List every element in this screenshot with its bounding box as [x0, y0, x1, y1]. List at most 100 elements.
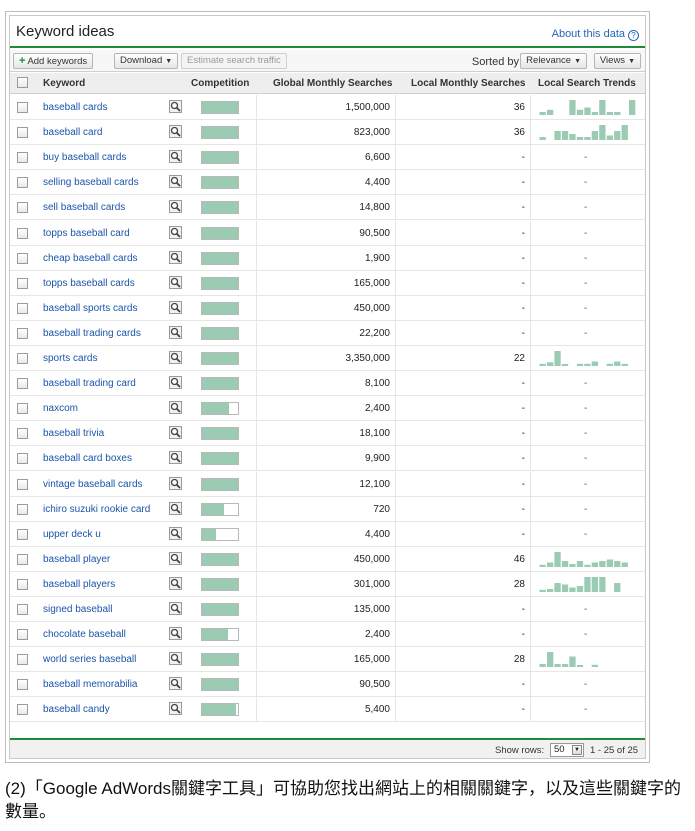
search-preview-icon[interactable] [169, 275, 182, 289]
keyword-link[interactable]: topps baseball card [43, 228, 130, 239]
search-preview-icon[interactable] [169, 351, 182, 364]
keyword-link[interactable]: cheap baseball cards [43, 253, 138, 264]
chevron-down-icon[interactable]: ▼ [572, 745, 582, 755]
row-checkbox[interactable] [17, 353, 28, 364]
download-button[interactable]: Download ▼ [114, 53, 179, 69]
row-checkbox[interactable] [17, 127, 28, 139]
about-label[interactable]: About this data [552, 28, 625, 40]
row-checkbox[interactable] [17, 704, 28, 716]
keyword-link[interactable]: vintage baseball cards [43, 479, 143, 490]
row-checkbox[interactable] [17, 277, 28, 289]
rows-per-page-select[interactable]: 50 ▼ [550, 743, 584, 757]
search-preview-icon[interactable] [169, 250, 182, 264]
row-checkbox[interactable] [17, 503, 28, 515]
search-preview-icon[interactable] [169, 526, 182, 540]
search-preview-icon[interactable] [169, 426, 182, 440]
keyword-link[interactable]: baseball trivia [43, 428, 104, 439]
about-this-data-link[interactable]: About this data? [552, 28, 639, 41]
keyword-link[interactable]: ichiro suzuki rookie card [43, 504, 150, 515]
row-checkbox[interactable] [17, 679, 28, 691]
search-preview-icon[interactable] [169, 200, 182, 214]
keyword-link[interactable]: signed baseball [43, 604, 113, 615]
keyword-link[interactable]: chocolate baseball [43, 629, 126, 640]
row-checkbox[interactable] [17, 227, 28, 239]
keyword-link[interactable]: selling baseball cards [43, 177, 139, 188]
column-global-monthly-searches[interactable]: Global Monthly Searches [273, 78, 392, 89]
row-checkbox[interactable] [17, 629, 28, 641]
local-monthly-searches: - [521, 604, 525, 615]
estimate-search-traffic-button[interactable]: Estimate search traffic [181, 53, 287, 69]
column-local-search-trends[interactable]: Local Search Trends [538, 78, 636, 89]
row-checkbox[interactable] [17, 528, 28, 540]
global-monthly-searches: 9,900 [364, 453, 390, 465]
row-checkbox[interactable] [17, 578, 28, 590]
keyword-link[interactable]: buy baseball cards [43, 152, 126, 163]
row-checkbox[interactable] [17, 378, 28, 390]
keyword-link[interactable]: naxcom [43, 403, 78, 414]
search-preview-icon[interactable] [169, 476, 182, 490]
row-checkbox[interactable] [17, 102, 28, 113]
search-preview-icon[interactable] [169, 602, 182, 615]
row-checkbox[interactable] [17, 152, 28, 164]
keyword-link[interactable]: topps baseball cards [43, 278, 135, 289]
search-preview-icon[interactable] [169, 376, 182, 390]
search-preview-icon[interactable] [169, 501, 182, 515]
keyword-link[interactable]: sports cards [43, 353, 97, 364]
keyword-link[interactable]: baseball trading cards [43, 328, 141, 339]
search-preview-icon[interactable] [169, 225, 182, 239]
column-keyword[interactable]: Keyword [43, 78, 85, 89]
search-preview-icon[interactable] [169, 576, 182, 590]
keyword-link[interactable]: baseball memorabilia [43, 679, 138, 690]
search-preview-icon[interactable] [169, 702, 182, 716]
column-divider [256, 697, 257, 722]
row-checkbox[interactable] [17, 553, 28, 565]
select-all-checkbox[interactable] [17, 77, 28, 88]
row-checkbox[interactable] [17, 604, 28, 615]
search-preview-icon[interactable] [169, 652, 182, 666]
keyword-link[interactable]: baseball cards [43, 102, 107, 113]
row-checkbox[interactable] [17, 654, 28, 666]
row-checkbox[interactable] [17, 202, 28, 214]
keyword-link[interactable]: baseball sports cards [43, 303, 138, 314]
row-checkbox[interactable] [17, 327, 28, 339]
search-preview-icon[interactable] [169, 150, 182, 164]
row-checkbox[interactable] [17, 403, 28, 415]
search-preview-icon[interactable] [169, 175, 182, 189]
row-checkbox[interactable] [17, 177, 28, 189]
search-preview-icon[interactable] [169, 100, 182, 113]
views-dropdown[interactable]: Views ▼ [593, 53, 641, 69]
competition-bar [201, 603, 239, 616]
keyword-link[interactable]: baseball card [43, 127, 102, 138]
row-checkbox[interactable] [17, 453, 28, 465]
search-preview-icon[interactable] [169, 325, 182, 339]
row-checkbox[interactable] [17, 252, 28, 264]
keyword-link[interactable]: sell baseball cards [43, 202, 125, 213]
competition-bar [201, 276, 239, 290]
keyword-link[interactable]: world series baseball [43, 654, 136, 665]
keyword-link[interactable]: baseball candy [43, 704, 110, 715]
search-preview-icon[interactable] [169, 677, 182, 691]
search-preview-icon[interactable] [169, 125, 182, 139]
add-keywords-button[interactable]: + Add keywords [13, 53, 94, 69]
trend-bar [591, 664, 598, 668]
help-icon[interactable]: ? [628, 30, 639, 41]
search-preview-icon[interactable] [169, 401, 182, 415]
search-preview-icon[interactable] [169, 551, 182, 565]
competition-fill [202, 302, 238, 314]
relevance-dropdown[interactable]: Relevance ▼ [520, 53, 587, 69]
row-checkbox[interactable] [17, 302, 28, 314]
search-preview-icon[interactable] [169, 627, 182, 641]
local-monthly-searches: - [521, 277, 525, 289]
keyword-link[interactable]: baseball trading card [43, 378, 136, 389]
column-competition[interactable]: Competition [191, 78, 249, 89]
row-checkbox[interactable] [17, 428, 28, 440]
trend-bar [584, 107, 591, 115]
keyword-link[interactable]: upper deck u [43, 529, 101, 540]
keyword-link[interactable]: baseball players [43, 579, 115, 590]
row-checkbox[interactable] [17, 478, 28, 490]
keyword-link[interactable]: baseball card boxes [43, 453, 132, 464]
search-preview-icon[interactable] [169, 300, 182, 314]
keyword-link[interactable]: baseball player [43, 554, 110, 565]
search-preview-icon[interactable] [169, 451, 182, 465]
column-local-monthly-searches[interactable]: Local Monthly Searches [411, 78, 525, 89]
